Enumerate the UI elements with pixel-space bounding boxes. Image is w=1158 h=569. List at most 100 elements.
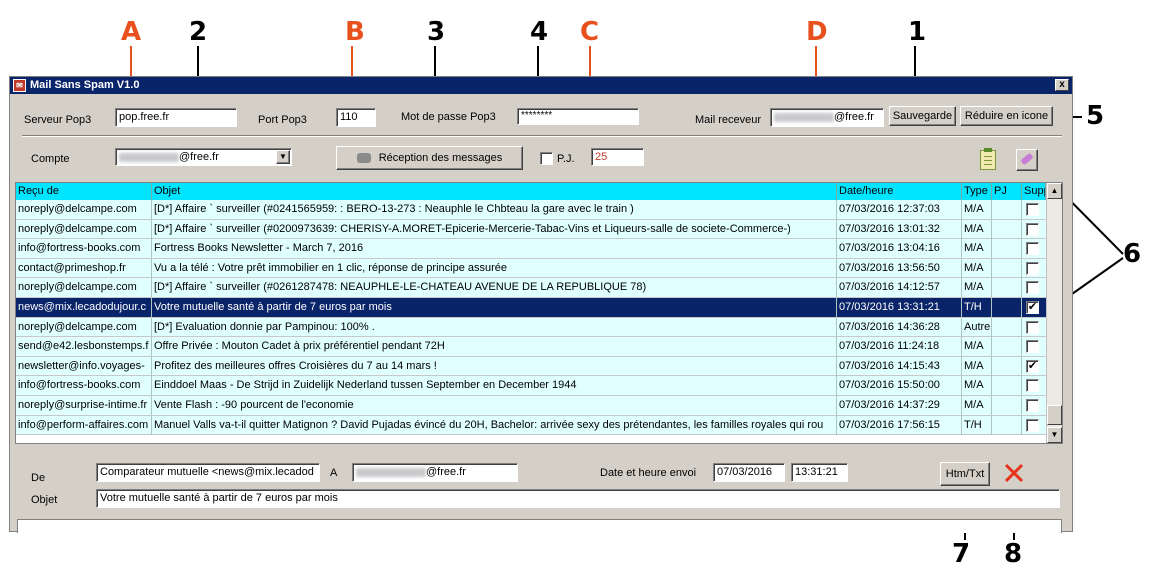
scroll-up-icon[interactable]: ▲ bbox=[1047, 183, 1062, 199]
to-input[interactable]: @free.fr bbox=[352, 463, 518, 482]
minimize-to-icon-button[interactable]: Réduire en icone bbox=[960, 106, 1053, 126]
send-time-input[interactable]: 13:31:21 bbox=[791, 463, 848, 482]
header-date[interactable]: Date/heure bbox=[837, 183, 962, 200]
table-row[interactable]: noreply@delcampe.com [D*] Affaire ` surve… bbox=[16, 278, 1046, 298]
receiver-input[interactable]: @free.fr bbox=[770, 108, 884, 127]
server-input[interactable]: pop.free.fr bbox=[115, 108, 237, 127]
callout-7: 7 bbox=[952, 539, 971, 569]
delete-checkbox[interactable] bbox=[1026, 340, 1039, 354]
header-subject[interactable]: Objet bbox=[152, 183, 837, 200]
delete-checkbox[interactable] bbox=[1026, 222, 1039, 236]
send-date-input[interactable]: 07/03/2016 bbox=[713, 463, 785, 482]
cell-subject: Vu a la télé : Votre prêt immobilier en … bbox=[152, 258, 837, 278]
account-select[interactable]: @free.fr ▼ bbox=[115, 148, 292, 166]
delete-checkbox[interactable] bbox=[1026, 399, 1039, 412]
table-header: Reçu de Objet Date/heure Type PJ Supp bbox=[16, 183, 1062, 200]
message-body-area[interactable] bbox=[17, 519, 1062, 533]
table-row[interactable]: news@mix.lecadodujour.c Votre mutuelle sa… bbox=[16, 298, 1046, 318]
delete-button[interactable] bbox=[1002, 461, 1026, 485]
server-label: Serveur Pop3 bbox=[24, 114, 92, 126]
receive-messages-button[interactable]: Réception des messages bbox=[336, 146, 523, 170]
cell-pj bbox=[992, 376, 1022, 396]
table-row[interactable]: contact@primeshop.fr Vu a la télé : Votre… bbox=[16, 258, 1046, 279]
delete-checkbox-checked[interactable]: ✔ bbox=[1026, 301, 1039, 314]
account-label: Compte bbox=[31, 153, 70, 165]
attachment-size-input[interactable]: 25 bbox=[591, 148, 644, 166]
cell-date: 07/03/2016 13:31:21 bbox=[837, 298, 962, 317]
from-input[interactable]: Comparateur mutuelle <news@mix.lecadod bbox=[96, 463, 320, 482]
cell-date: 07/03/2016 14:15:43 bbox=[837, 356, 962, 376]
header-pj[interactable]: PJ bbox=[992, 183, 1022, 200]
callout-C: C bbox=[580, 17, 600, 47]
table-row[interactable]: noreply@delcampe.com [D*] Affaire ` surve… bbox=[16, 219, 1046, 240]
receive-messages-label: Réception des messages bbox=[378, 152, 503, 164]
title-bar: ✉ Mail Sans Spam V1.0 x bbox=[10, 77, 1072, 94]
cell-subject: Manuel Valls va-t-il quitter Matignon ? … bbox=[152, 415, 837, 435]
cell-subject: Votre mutuelle santé à partir de 7 euros… bbox=[152, 298, 837, 317]
table-row[interactable]: noreply@delcampe.com [D*] Affaire ` surve… bbox=[16, 200, 1046, 220]
table-scrollbar[interactable]: ▲ ▼ bbox=[1046, 183, 1062, 443]
table-row[interactable]: info@fortress-books.com Einddoel Maas - D… bbox=[16, 376, 1046, 396]
callout-D: D bbox=[806, 17, 828, 47]
delete-checkbox[interactable] bbox=[1026, 320, 1039, 334]
cell-date: 07/03/2016 14:36:28 bbox=[837, 317, 962, 337]
cell-from: info@fortress-books.com bbox=[16, 376, 152, 396]
cell-date: 07/03/2016 17:56:15 bbox=[837, 415, 962, 435]
subject-input[interactable]: Votre mutuelle santé à partir de 7 euros… bbox=[96, 489, 1060, 508]
password-input[interactable]: ******** bbox=[517, 108, 639, 125]
table-row[interactable]: noreply@delcampe.com [D*] Evaluation donn… bbox=[16, 317, 1046, 338]
cell-type: M/A bbox=[962, 278, 992, 298]
cell-subject: Einddoel Maas - De Strijd in Zuidelijk N… bbox=[152, 376, 837, 396]
cell-subject: Fortress Books Newsletter - March 7, 201… bbox=[152, 239, 837, 259]
htm-txt-button[interactable]: Htm/Txt bbox=[940, 462, 990, 486]
table-row[interactable]: newsletter@info.voyages- Profitez des mei… bbox=[16, 356, 1046, 377]
header-supp[interactable]: Supp bbox=[1022, 183, 1046, 200]
cell-pj bbox=[992, 239, 1022, 259]
cell-subject: Vente Flash : -90 pourcent de l'economie bbox=[152, 396, 837, 415]
cell-pj bbox=[992, 298, 1022, 317]
cell-pj bbox=[992, 317, 1022, 337]
receiver-suffix: @free.fr bbox=[834, 111, 874, 123]
table-row[interactable]: info@perform-affaires.com Manuel Valls va… bbox=[16, 415, 1046, 436]
close-button[interactable]: x bbox=[1055, 79, 1069, 91]
delete-checkbox-checked[interactable]: ✔ bbox=[1026, 359, 1039, 373]
table-row[interactable]: info@fortress-books.com Fortress Books Ne… bbox=[16, 239, 1046, 259]
scroll-down-icon[interactable]: ▼ bbox=[1047, 427, 1062, 443]
header-from[interactable]: Reçu de bbox=[16, 183, 152, 200]
callout-3: 3 bbox=[427, 17, 446, 47]
save-button[interactable]: Sauvegarde bbox=[889, 106, 956, 126]
chevron-down-icon[interactable]: ▼ bbox=[276, 150, 290, 164]
clipboard-icon[interactable] bbox=[980, 148, 996, 170]
account-suffix: @free.fr bbox=[179, 151, 219, 163]
delete-checkbox[interactable] bbox=[1026, 242, 1039, 256]
cell-type: M/A bbox=[962, 219, 992, 239]
cell-pj bbox=[992, 356, 1022, 376]
account-redacted bbox=[119, 152, 179, 162]
send-date-label: Date et heure envoi bbox=[600, 467, 697, 479]
attachment-checkbox[interactable] bbox=[540, 152, 553, 165]
cell-type: Autre bbox=[962, 317, 992, 337]
clear-checks-button[interactable] bbox=[1016, 149, 1038, 171]
cell-subject: [D*] Evaluation donnie par Pampinou: 100… bbox=[152, 317, 837, 337]
table-row[interactable]: send@e42.lesbonstemps.f Offre Privée : Mo… bbox=[16, 337, 1046, 357]
cell-from: noreply@delcampe.com bbox=[16, 317, 152, 337]
cell-from: info@fortress-books.com bbox=[16, 239, 152, 259]
cell-from: noreply@surprise-intime.fr bbox=[16, 396, 152, 415]
delete-checkbox[interactable] bbox=[1026, 203, 1039, 216]
messages-table: Reçu de Objet Date/heure Type PJ Supp no… bbox=[15, 182, 1063, 444]
cell-date: 07/03/2016 12:37:03 bbox=[837, 200, 962, 219]
delete-checkbox[interactable] bbox=[1026, 281, 1039, 295]
table-row[interactable]: noreply@surprise-intime.fr Vente Flash : … bbox=[16, 396, 1046, 416]
delete-checkbox[interactable] bbox=[1026, 261, 1039, 275]
cell-type: M/A bbox=[962, 258, 992, 278]
callout-4: 4 bbox=[530, 17, 549, 47]
cell-from: news@mix.lecadodujour.c bbox=[16, 298, 152, 317]
scroll-thumb[interactable] bbox=[1047, 405, 1062, 425]
port-input[interactable]: 110 bbox=[336, 108, 376, 127]
delete-checkbox[interactable] bbox=[1026, 418, 1039, 432]
cell-from: noreply@delcampe.com bbox=[16, 219, 152, 239]
header-type[interactable]: Type bbox=[962, 183, 992, 200]
cell-type: M/A bbox=[962, 376, 992, 396]
cell-subject: [D*] Affaire ` surveiller (#0261287478: … bbox=[152, 278, 837, 298]
delete-checkbox[interactable] bbox=[1026, 379, 1039, 393]
